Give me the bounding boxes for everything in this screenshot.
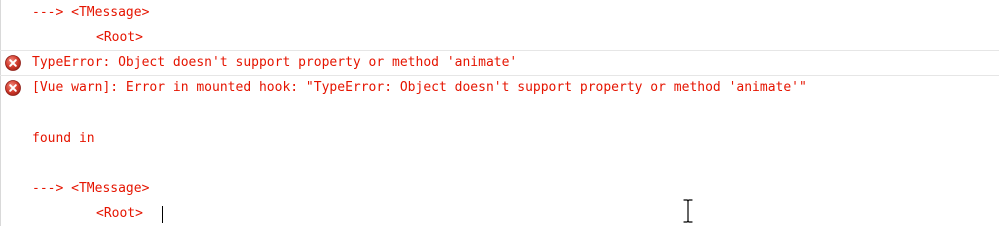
stack-trace-arrow-tmessage: ---> <TMessage> (32, 5, 150, 20)
stack-trace-root: <Root> (96, 206, 143, 221)
console-line: found in (0, 128, 999, 150)
text-caret (162, 206, 163, 223)
error-icon (5, 55, 21, 71)
message-separator (0, 50, 999, 51)
console-line: ---> <TMessage> (0, 2, 999, 24)
text-cursor-ibeam-icon (682, 199, 694, 223)
error-message-text: TypeError: Object doesn't support proper… (32, 55, 518, 70)
console-error-message[interactable]: TypeError: Object doesn't support proper… (0, 52, 999, 74)
vue-warn-message-text: [Vue warn]: Error in mounted hook: "Type… (32, 80, 807, 95)
message-separator (0, 75, 999, 76)
error-icon (5, 80, 21, 96)
found-in-label: found in (32, 131, 95, 146)
console-line: ---> <TMessage> (0, 178, 999, 200)
stack-trace-root: <Root> (96, 30, 143, 45)
console-input-line[interactable]: <Root> (0, 203, 999, 225)
stack-trace-arrow-tmessage: ---> <TMessage> (32, 181, 150, 196)
console-line: <Root> (0, 27, 999, 49)
console-error-message[interactable]: [Vue warn]: Error in mounted hook: "Type… (0, 77, 999, 99)
console-output: ---> <TMessage> <Root> TypeError: Object… (0, 0, 999, 226)
